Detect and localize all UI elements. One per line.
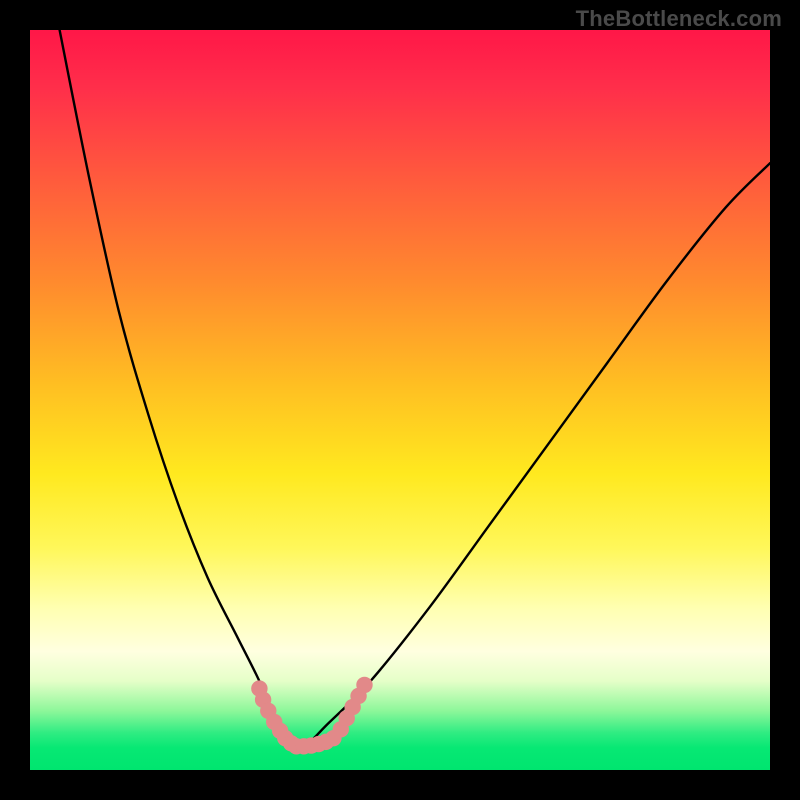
- highlight-dot: [356, 677, 372, 693]
- highlight-dots: [251, 677, 372, 755]
- bottleneck-curve: [60, 30, 770, 748]
- plot-area: [30, 30, 770, 770]
- curve-svg: [30, 30, 770, 770]
- watermark-text: TheBottleneck.com: [576, 6, 782, 32]
- chart-frame: TheBottleneck.com: [0, 0, 800, 800]
